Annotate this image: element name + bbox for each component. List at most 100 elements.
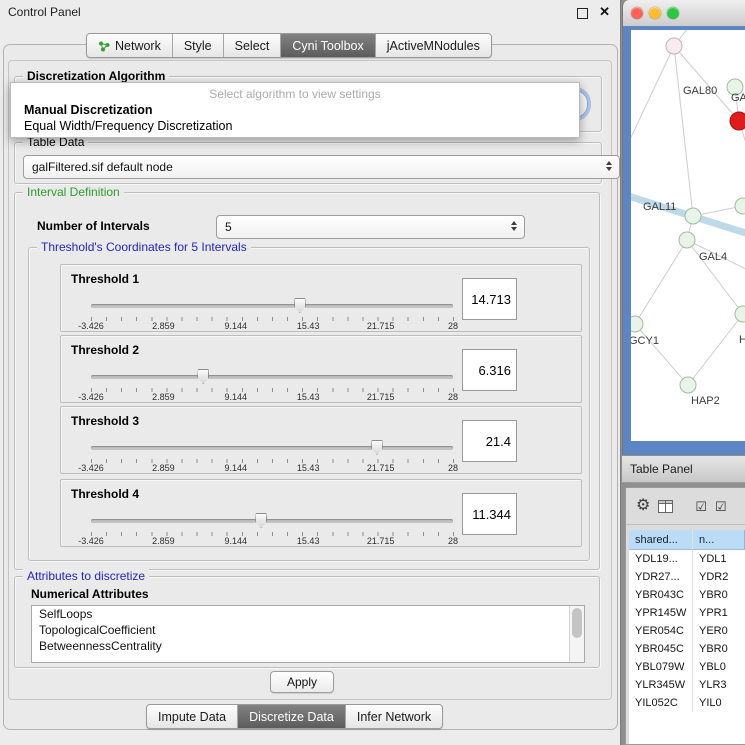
attribute-item-selfloops[interactable]: SelfLoops [32,606,584,622]
interval-group-title: Interval Definition [23,185,124,199]
network-node[interactable] [680,377,696,393]
network-node[interactable] [666,38,682,54]
tab-label: Select [235,39,270,53]
scrollbar-thumb[interactable] [572,608,582,638]
table-cell: YLR345W [629,676,693,694]
network-node[interactable] [730,112,745,130]
screen: Control Panel ✕ NetworkStyleSelectCyni T… [0,0,745,745]
tab-infer-network[interactable]: Infer Network [346,705,442,728]
tab-impute-data[interactable]: Impute Data [147,705,238,728]
column-header-n[interactable]: n... [693,530,745,550]
thresholds-group-title: Threshold's Coordinates for 5 Intervals [37,240,251,254]
checkbox-checked-icon[interactable]: ☑ [695,500,707,513]
slider-thumb[interactable] [371,440,383,455]
minimize-traffic-light-icon[interactable] [649,7,661,19]
tab-jactivemnodules[interactable]: jActiveMNodules [376,34,491,57]
gear-icon[interactable]: ⚙ [636,498,650,514]
tab-label: Style [184,39,212,53]
threshold-panel: Threshold 3 -3.4262.8599.14415.4321.7152… [60,406,582,474]
table-row[interactable]: YBL079WYBL0 [629,658,745,676]
checkbox-checked-icon[interactable]: ☑ [715,500,727,513]
tick-label: 28 [448,463,458,473]
tab-discretize-data[interactable]: Discretize Data [238,705,346,728]
zoom-traffic-light-icon[interactable] [667,7,679,19]
apply-button[interactable]: Apply [270,671,334,693]
float-window-icon[interactable] [577,8,588,19]
network-canvas[interactable]: GAL80GALGAL11GAL4GCY1HHAP2 [631,30,745,441]
discretization-group-title: Discretization Algorithm [23,69,169,83]
tick-label: 15.43 [297,392,320,402]
table-row[interactable]: YLR345WYLR3 [629,676,745,694]
table-cell: YBR0 [693,586,745,604]
table-row[interactable]: YDL19...YDL1 [629,550,745,568]
num-intervals-select[interactable]: 5 [216,215,525,239]
table-row[interactable]: YBR045CYBR0 [629,640,745,658]
table-data-select[interactable]: galFiltered.sif default node [23,155,620,179]
tab-label: Discretize Data [249,710,334,724]
columns-icon[interactable] [658,500,673,513]
table-row[interactable]: YIL052CYIL0 [629,694,745,712]
num-intervals-label: Number of Intervals [37,215,150,237]
tick-label: 21.715 [367,463,395,473]
tick-label: 9.144 [225,392,248,402]
slider-track[interactable] [91,519,453,523]
attributes-group-title: Attributes to discretize [23,569,149,583]
node-label: GAL [731,92,745,104]
table-row[interactable]: YBR043CYBR0 [629,586,745,604]
table-row[interactable]: YPR145WYPR1 [629,604,745,622]
table-cell: YLR3 [693,676,745,694]
table-body: YDL19...YDL1YDR27...YDR2YBR043CYBR0YPR14… [629,550,745,712]
slider-track[interactable] [91,446,453,450]
node-label: GAL80 [683,85,717,97]
slider-tick-labels: -3.4262.8599.14415.4321.71528 [91,392,453,402]
tick-label: 2.859 [152,463,175,473]
tick-label: 15.43 [297,463,320,473]
tab-label: Infer Network [357,710,431,724]
node-label: GAL11 [643,201,676,213]
table-cell: YDR2 [693,568,745,586]
network-node[interactable] [735,306,745,322]
num-intervals-value: 5 [225,220,232,234]
network-node[interactable] [679,232,695,248]
slider-thumb[interactable] [197,369,209,384]
table-cell: YBL0 [693,658,745,676]
stepper-icon [507,218,520,234]
tab-select[interactable]: Select [224,34,282,57]
table-panel-title: Table Panel [630,462,693,476]
network-node[interactable] [631,316,643,332]
slider-thumb[interactable] [294,298,306,313]
table-cell: YDR27... [629,568,693,586]
table-cell: YIL0 [693,694,745,712]
threshold-value-field[interactable]: 6.316 [462,349,517,391]
threshold-value-field[interactable]: 14.713 [462,278,517,320]
tab-cyni-toolbox[interactable]: Cyni Toolbox [281,34,375,57]
threshold-value-field[interactable]: 11.344 [462,493,517,535]
slider-track[interactable] [91,304,453,308]
algorithm-option-manual-discretization[interactable]: Manual Discretization [11,102,579,118]
attributes-scrollbar[interactable] [569,606,584,662]
network-node[interactable] [685,208,701,224]
threshold-value-field[interactable]: 21.4 [462,420,517,462]
tick-label: 21.715 [367,536,395,546]
threshold-slider[interactable] [91,369,453,385]
slider-thumb[interactable] [255,513,267,528]
tick-label: 28 [448,392,458,402]
threshold-slider[interactable] [91,298,453,314]
column-header-shared[interactable]: shared... [629,530,693,550]
close-traffic-light-icon[interactable] [631,7,643,19]
attribute-item-topologicalcoefficient[interactable]: TopologicalCoefficient [32,622,584,638]
threshold-slider[interactable] [91,513,453,529]
table-cell: YER0 [693,622,745,640]
threshold-slider[interactable] [91,440,453,456]
node-label: HAP2 [691,395,720,407]
close-icon[interactable]: ✕ [599,4,610,20]
table-row[interactable]: YDR27...YDR2 [629,568,745,586]
table-row[interactable]: YER054CYER0 [629,622,745,640]
slider-track[interactable] [91,375,453,379]
attribute-item-betweennesscentrality[interactable]: BetweennessCentrality [32,638,584,654]
algorithm-option-equal-width-frequency-discretization[interactable]: Equal Width/Frequency Discretization [11,118,579,134]
network-node[interactable] [735,198,745,214]
tab-style[interactable]: Style [173,34,224,57]
table-panel-titlebar: Table Panel [622,455,745,483]
tab-network[interactable]: Network [87,34,173,57]
